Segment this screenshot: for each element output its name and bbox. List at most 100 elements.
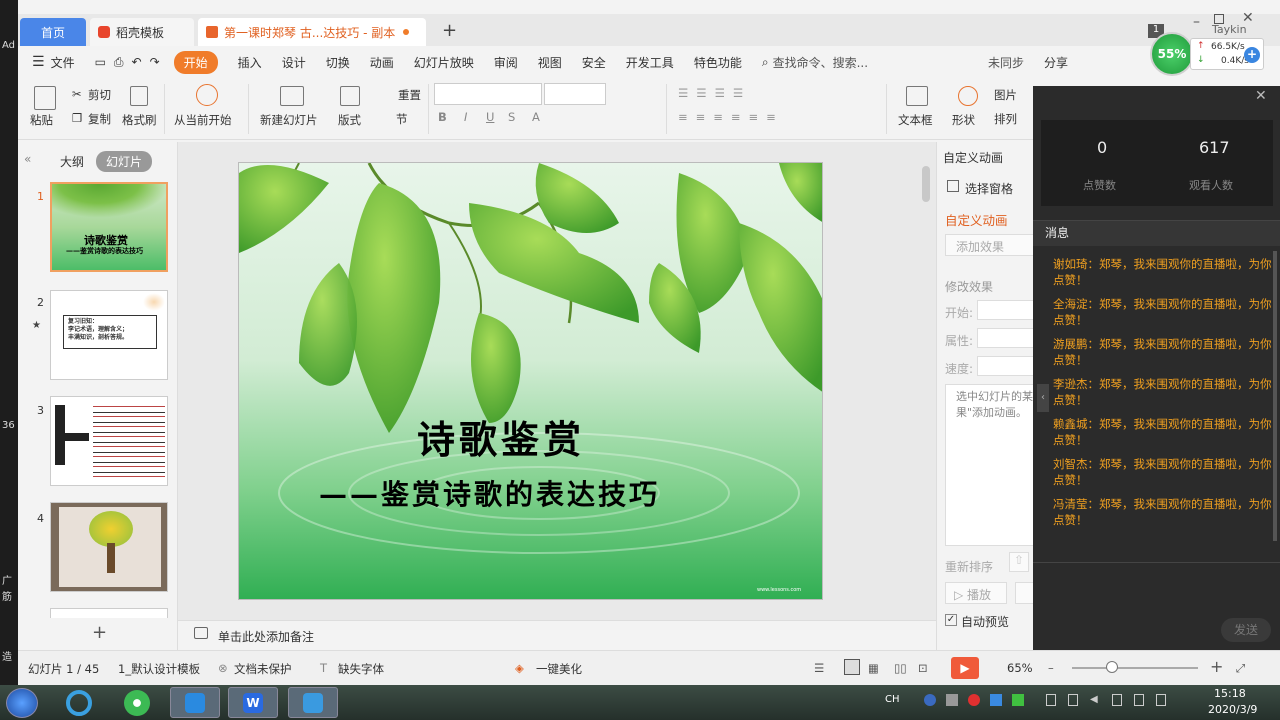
copy-icon[interactable]: ❐ bbox=[72, 111, 82, 125]
arrange-button[interactable]: 排列 bbox=[994, 111, 1017, 127]
tray-icon[interactable] bbox=[1012, 694, 1024, 706]
device-icon[interactable] bbox=[1068, 694, 1078, 706]
paste-icon[interactable] bbox=[34, 86, 56, 110]
send-button[interactable]: 发送 bbox=[1221, 618, 1271, 642]
menu-insert[interactable]: 插入 bbox=[238, 54, 262, 71]
pane-header[interactable]: 自定义动画 bbox=[943, 149, 1003, 166]
start-slideshow-button[interactable]: ▶ bbox=[951, 657, 979, 679]
tab-template[interactable]: 稻壳模板 bbox=[90, 18, 194, 46]
menu-transition[interactable]: 切换 bbox=[326, 54, 350, 71]
slideshow-view-icon[interactable]: ⊡ bbox=[918, 661, 928, 675]
menu-review[interactable]: 审阅 bbox=[494, 54, 518, 71]
zoom-in-button[interactable]: + bbox=[1210, 657, 1223, 676]
messages-scrollbar[interactable] bbox=[1273, 251, 1277, 541]
slide-title[interactable]: 诗歌鉴赏 bbox=[417, 409, 585, 464]
tab-document[interactable]: 第一课时郑琴 古...达技巧 - 副本 bbox=[198, 18, 426, 46]
save-icon[interactable]: ▭ bbox=[95, 55, 106, 69]
undo-icon[interactable]: ↶ bbox=[132, 55, 142, 69]
format-painter-button[interactable]: 格式刷 bbox=[122, 112, 157, 128]
zoom-out-button[interactable]: – bbox=[1048, 661, 1054, 675]
hamburger-icon[interactable]: ☰ bbox=[32, 54, 45, 70]
slide-thumbnail-4[interactable] bbox=[50, 502, 168, 592]
menu-design[interactable]: 设计 bbox=[282, 54, 306, 71]
copy-button[interactable]: 复制 bbox=[88, 111, 111, 127]
new-slide-icon[interactable] bbox=[280, 86, 304, 106]
slide-thumbnail-5[interactable] bbox=[50, 608, 168, 618]
notes-bar[interactable]: 单击此处添加备注 bbox=[178, 620, 936, 650]
menu-security[interactable]: 安全 bbox=[582, 54, 606, 71]
menu-view[interactable]: 视图 bbox=[538, 54, 562, 71]
protect-status[interactable]: 文档未保护 bbox=[234, 661, 292, 677]
picture-button[interactable]: 图片 bbox=[994, 87, 1017, 103]
shape-icon[interactable] bbox=[958, 86, 978, 106]
tab-slides[interactable]: 幻灯片 bbox=[96, 151, 153, 172]
menu-slideshow[interactable]: 幻灯片放映 bbox=[414, 54, 474, 71]
play-button[interactable]: ▷ 播放 bbox=[945, 582, 1007, 604]
shape-button[interactable]: 形状 bbox=[952, 112, 975, 128]
network-tray-icon[interactable] bbox=[1112, 694, 1122, 706]
list-tools-icon[interactable]: ☰☰☰☰ bbox=[678, 86, 751, 100]
slide-thumbnail-2[interactable]: 复习旧知： 李记术语，理解含义； 丰满知识，剖析答规。 bbox=[50, 290, 168, 380]
bold-icon[interactable]: B bbox=[438, 110, 447, 124]
clock-date[interactable]: 2020/3/9 bbox=[1208, 703, 1257, 716]
menu-animation[interactable]: 动画 bbox=[370, 54, 394, 71]
font-color-icon[interactable]: A bbox=[532, 110, 540, 124]
move-up-button[interactable]: ⇧ bbox=[1009, 552, 1029, 572]
taskbar-wps[interactable]: W bbox=[228, 687, 278, 718]
new-tab-button[interactable]: + bbox=[442, 20, 457, 41]
search-command-input[interactable]: 查找命令、搜索... bbox=[773, 54, 868, 71]
from-current-button[interactable]: 从当前开始 bbox=[174, 112, 232, 128]
menu-devtools[interactable]: 开发工具 bbox=[626, 54, 674, 71]
collapse-panel-icon[interactable]: « bbox=[24, 152, 31, 166]
flag-icon[interactable] bbox=[1134, 694, 1144, 706]
beautify-button[interactable]: 一键美化 bbox=[536, 661, 582, 677]
align-tools-icon[interactable]: ≡≡≡≡≡≡ bbox=[678, 110, 784, 124]
zoom-level[interactable]: 65% bbox=[1007, 661, 1033, 675]
zoom-slider-handle[interactable] bbox=[1106, 661, 1118, 673]
autopreview-checkbox[interactable]: ✓ bbox=[945, 614, 957, 626]
signal-icon[interactable] bbox=[1156, 694, 1166, 706]
select-pane-button[interactable]: 选择窗格 bbox=[965, 180, 1013, 197]
template-name[interactable]: 1_默认设计模板 bbox=[118, 661, 200, 677]
user-name[interactable]: Taykin bbox=[1212, 23, 1247, 36]
menu-features[interactable]: 特色功能 bbox=[694, 54, 742, 71]
sync-status[interactable]: 未同步 bbox=[988, 54, 1024, 71]
slide-thumbnail-3[interactable] bbox=[50, 396, 168, 486]
stop-icon[interactable] bbox=[968, 694, 980, 706]
font-size-select[interactable] bbox=[544, 83, 606, 105]
underline-icon[interactable]: U bbox=[486, 110, 494, 124]
normal-view-icon[interactable] bbox=[844, 659, 860, 675]
layout-button[interactable]: 版式 bbox=[338, 112, 361, 128]
tray-icon[interactable] bbox=[946, 694, 958, 706]
taskbar-ie[interactable] bbox=[54, 687, 104, 718]
minimize-button[interactable]: – bbox=[1193, 14, 1200, 30]
menu-start[interactable]: 开始 bbox=[173, 50, 218, 74]
menu-file[interactable]: 文件 bbox=[51, 54, 75, 71]
textbox-icon[interactable] bbox=[906, 86, 928, 106]
italic-icon[interactable]: I bbox=[464, 110, 467, 124]
slide-thumbnail-1[interactable]: 诗歌鉴赏 ——鉴赏诗歌的表达技巧 bbox=[50, 182, 168, 272]
format-painter-icon[interactable] bbox=[130, 86, 148, 106]
slide-canvas[interactable]: 诗歌鉴赏 ——鉴赏诗歌的表达技巧 www.lessons.com bbox=[238, 162, 823, 600]
share-button[interactable]: 分享 bbox=[1044, 54, 1068, 71]
textbox-button[interactable]: 文本框 bbox=[898, 112, 933, 128]
clock-time[interactable]: 15:18 bbox=[1214, 687, 1246, 700]
strikethrough-icon[interactable]: S bbox=[508, 110, 515, 124]
font-name-select[interactable] bbox=[434, 83, 542, 105]
start-button[interactable] bbox=[6, 688, 38, 718]
layout-icon[interactable] bbox=[340, 86, 360, 106]
usb-icon[interactable] bbox=[1046, 694, 1056, 706]
paste-button[interactable]: 粘贴 bbox=[30, 112, 53, 128]
input-language[interactable]: CH bbox=[885, 694, 900, 705]
collapse-arrow-icon[interactable]: ‹ bbox=[1037, 384, 1049, 412]
zoom-slider[interactable] bbox=[1072, 667, 1198, 669]
volume-icon[interactable]: ◀ bbox=[1090, 694, 1100, 706]
play-from-current-icon[interactable] bbox=[196, 84, 218, 106]
add-slide-button[interactable]: + bbox=[92, 622, 107, 643]
close-icon[interactable]: ✕ bbox=[1255, 88, 1267, 104]
new-slide-button[interactable]: 新建幻灯片 bbox=[260, 112, 318, 128]
network-gauge[interactable]: 55% bbox=[1150, 32, 1194, 76]
font-missing[interactable]: 缺失字体 bbox=[338, 661, 384, 677]
notes-toggle-icon[interactable]: ☰ bbox=[814, 661, 824, 675]
fit-window-icon[interactable]: ⤢ bbox=[1236, 661, 1245, 676]
